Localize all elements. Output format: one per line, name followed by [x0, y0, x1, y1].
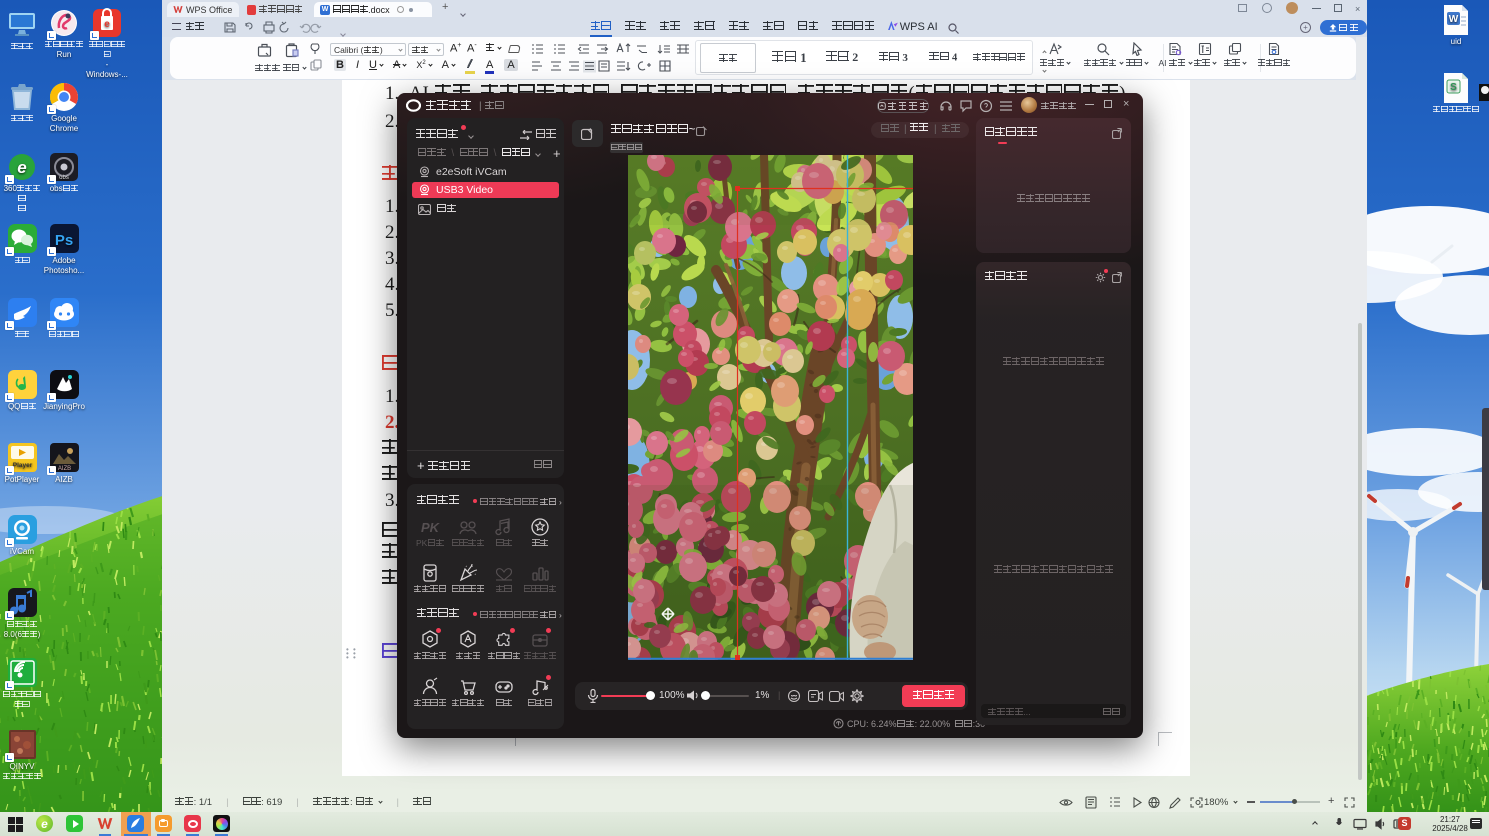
svg-text:Ps: Ps	[54, 232, 72, 249]
svg-text:S: S	[1450, 82, 1457, 93]
svg-text:Player: Player	[12, 462, 32, 469]
svg-text:PK: PK	[421, 520, 440, 535]
svg-text:obs: obs	[59, 175, 69, 181]
svg-text:AIZB: AIZB	[57, 466, 70, 472]
svg-text:W: W	[1449, 14, 1459, 25]
svg-text:e: e	[17, 158, 26, 177]
svg-text:e: e	[104, 19, 110, 30]
